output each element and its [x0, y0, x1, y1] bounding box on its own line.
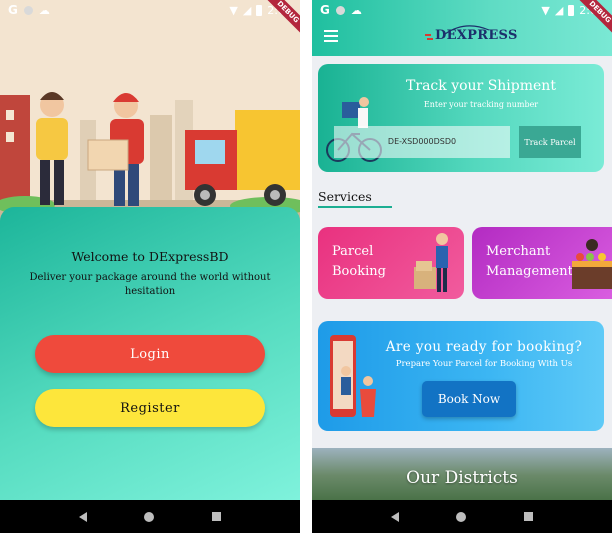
- parcel-booking-card[interactable]: Parcel Booking: [318, 227, 464, 299]
- book-now-button[interactable]: Book Now: [422, 381, 516, 417]
- cloud-icon: ☁: [38, 3, 50, 17]
- home-icon[interactable]: [144, 511, 155, 522]
- battery-icon: [256, 4, 263, 16]
- back-icon[interactable]: [78, 511, 87, 522]
- home-screen: DEXPRESS G ☁ ▼ ◢ 2:06 DEBUG Track yo: [312, 0, 612, 533]
- home-content[interactable]: Track your Shipment Enter your tracking …: [312, 56, 612, 500]
- merchant-stall-icon: [572, 239, 612, 289]
- battery-icon: [568, 4, 575, 16]
- welcome-card: Welcome to DExpressBD Deliver your packa…: [0, 207, 300, 500]
- system-nav-bar: [0, 500, 300, 533]
- services-underline: [318, 206, 392, 208]
- google-icon: G: [8, 3, 18, 17]
- our-districts-banner[interactable]: Our Districts: [312, 448, 612, 500]
- welcome-screen: G ☁ ▼ ◢ 2:05 DEBUG Welcome to DExpressBD…: [0, 0, 300, 533]
- tracking-number-input[interactable]: DE-XSD000DSD0: [334, 126, 510, 158]
- status-bar: G ☁ ▼ ◢ 2:05: [0, 0, 300, 20]
- booking-title: Are you ready for booking?: [385, 339, 583, 355]
- merchant-management-card[interactable]: Merchant Management: [472, 227, 612, 299]
- google-icon: G: [320, 3, 330, 17]
- recent-apps-icon[interactable]: [212, 512, 222, 521]
- services-title: Services: [318, 189, 372, 204]
- delivery-person-icon: [414, 233, 448, 292]
- signal-icon: ◢: [242, 3, 252, 17]
- register-button[interactable]: Register: [35, 389, 265, 427]
- recent-apps-icon[interactable]: [524, 512, 534, 521]
- track-shipment-card: Track your Shipment Enter your tracking …: [318, 64, 604, 172]
- booking-subtitle: Prepare Your Parcel for Booking With Us: [395, 359, 573, 369]
- parcel-booking-label: Parcel Booking: [332, 244, 386, 279]
- merchant-management-label: Merchant Management: [486, 244, 573, 279]
- logo-text: DEXPRESS: [435, 28, 518, 43]
- menu-icon[interactable]: [324, 30, 338, 45]
- wifi-icon: ▼: [229, 3, 238, 17]
- welcome-title: Welcome to DExpressBD: [71, 249, 229, 264]
- notification-dot-icon: [335, 5, 345, 15]
- status-bar: G ☁ ▼ ◢ 2:06: [312, 0, 612, 20]
- notification-dot-icon: [23, 5, 33, 15]
- cloud-icon: ☁: [350, 3, 362, 17]
- system-nav-bar: [312, 500, 612, 533]
- login-button[interactable]: Login: [35, 335, 265, 373]
- delivery-illustration: [0, 0, 300, 225]
- wifi-icon: ▼: [541, 3, 550, 17]
- back-icon[interactable]: [390, 511, 399, 522]
- track-subtitle: Enter your tracking number: [423, 100, 539, 109]
- hero-illustration: [0, 0, 300, 225]
- districts-title: Our Districts: [406, 468, 518, 488]
- booking-card: Are you ready for booking? Prepare Your …: [318, 321, 604, 431]
- app-logo: DEXPRESS: [425, 24, 517, 48]
- track-title: Track your Shipment: [406, 78, 556, 94]
- home-icon[interactable]: [456, 511, 467, 522]
- welcome-subtitle: Deliver your package around the world wi…: [29, 272, 271, 297]
- signal-icon: ◢: [554, 3, 564, 17]
- track-parcel-button[interactable]: Track Parcel: [519, 126, 581, 158]
